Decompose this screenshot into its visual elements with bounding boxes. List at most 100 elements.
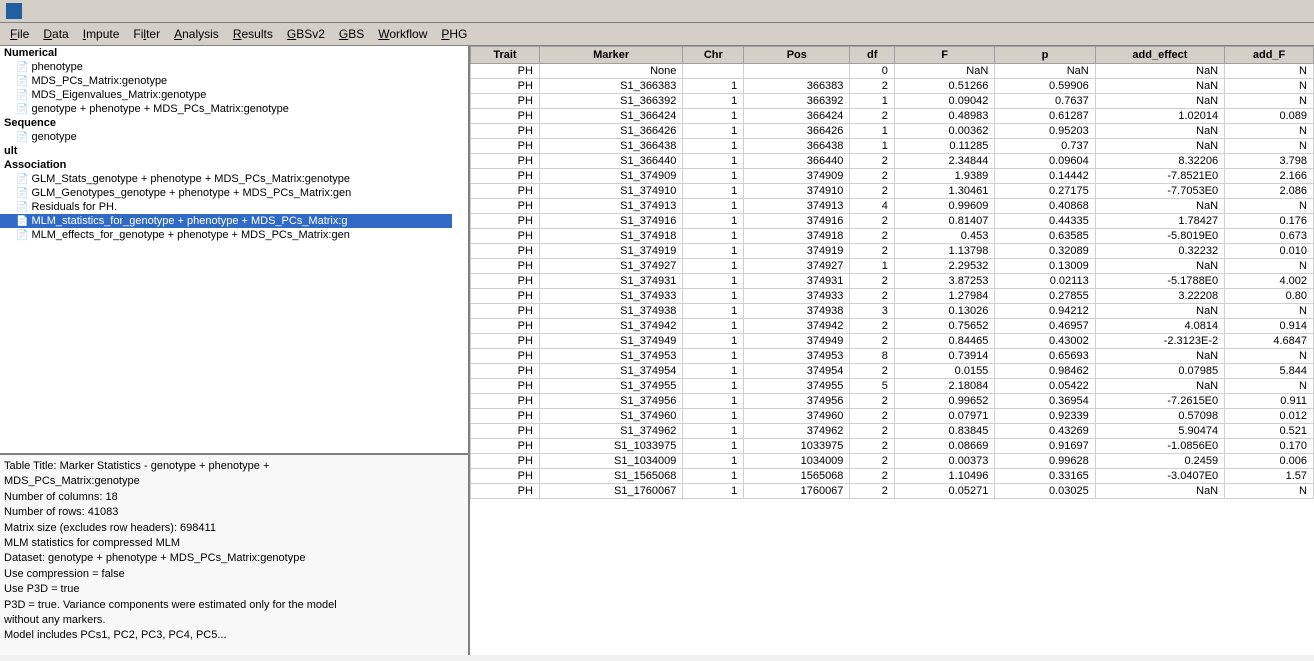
menu-item-phg[interactable]: PHG — [435, 25, 473, 43]
table-cell: 0.02113 — [995, 274, 1095, 289]
table-body: PHNone0NaNNaNNaNNPHS1_366383136638320.51… — [471, 64, 1314, 499]
table-cell: S1_374910 — [539, 184, 682, 199]
table-cell: PH — [471, 439, 540, 454]
menu-item-filter[interactable]: Filter — [127, 25, 166, 43]
table-cell: 1.30461 — [894, 184, 994, 199]
tree-item-label: Numerical — [4, 47, 57, 59]
tree-item[interactable]: 📄Residuals for PH. — [0, 200, 452, 214]
table-cell: 0.99609 — [894, 199, 994, 214]
table-cell: None — [539, 64, 682, 79]
tree-item[interactable]: 📄GLM_Genotypes_genotype + phenotype + MD… — [0, 186, 452, 200]
table-cell: 0.44335 — [995, 214, 1095, 229]
table-cell: 8 — [850, 349, 895, 364]
table-cell: 366383 — [744, 79, 850, 94]
column-header[interactable]: Trait — [471, 47, 540, 64]
tree-item[interactable]: 📄MLM_effects_for_genotype + phenotype + … — [0, 228, 452, 242]
tree-item[interactable]: 📄MDS_PCs_Matrix:genotype — [0, 74, 452, 88]
menu-item-data[interactable]: Data — [37, 25, 74, 43]
menu-item-gbs[interactable]: GBS — [333, 25, 370, 43]
table-cell: 5.844 — [1225, 364, 1314, 379]
tree-item[interactable]: 📄MLM_statistics_for_genotype + phenotype… — [0, 214, 452, 228]
tree-item[interactable]: 📄GLM_Stats_genotype + phenotype + MDS_PC… — [0, 172, 452, 186]
table-cell: 2.086 — [1225, 184, 1314, 199]
table-cell: -5.1788E0 — [1095, 274, 1224, 289]
table-cell: -7.2615E0 — [1095, 394, 1224, 409]
table-cell: PH — [471, 319, 540, 334]
table-cell: S1_374956 — [539, 394, 682, 409]
table-cell: 0.73914 — [894, 349, 994, 364]
table-cell: NaN — [1095, 259, 1224, 274]
table-row: PHS1_366392136639210.090420.7637NaNN — [471, 94, 1314, 109]
table-cell: PH — [471, 424, 540, 439]
table-row: PHS1_374949137494920.844650.43002-2.3123… — [471, 334, 1314, 349]
tree-scroll[interactable]: Numerical📄phenotype📄MDS_PCs_Matrix:genot… — [0, 46, 468, 453]
table-cell: S1_1760067 — [539, 484, 682, 499]
table-cell: 374960 — [744, 409, 850, 424]
table-cell: NaN — [1095, 304, 1224, 319]
table-cell: 2 — [850, 439, 895, 454]
table-row: PHS1_15650681156506821.104960.33165-3.04… — [471, 469, 1314, 484]
table-cell: 366426 — [744, 124, 850, 139]
table-cell: N — [1225, 379, 1314, 394]
table-cell: 2 — [850, 334, 895, 349]
tree-area[interactable]: Numerical📄phenotype📄MDS_PCs_Matrix:genot… — [0, 46, 468, 455]
table-cell: 1 — [683, 229, 744, 244]
table-cell: 1.27984 — [894, 289, 994, 304]
app-icon — [6, 3, 22, 19]
table-cell: 2.18084 — [894, 379, 994, 394]
table-row: PHS1_374960137496020.079710.923390.57098… — [471, 409, 1314, 424]
tree-item[interactable]: 📄phenotype — [0, 60, 452, 74]
column-header[interactable]: add_F — [1225, 47, 1314, 64]
menu-item-workflow[interactable]: Workflow — [372, 25, 433, 43]
column-header[interactable]: df — [850, 47, 895, 64]
table-cell: 1.9389 — [894, 169, 994, 184]
column-header[interactable]: Marker — [539, 47, 682, 64]
table-cell: 374919 — [744, 244, 850, 259]
table-cell: -1.0856E0 — [1095, 439, 1224, 454]
table-cell: 1 — [850, 259, 895, 274]
doc-icon: 📄 — [16, 216, 28, 227]
table-cell: 1.13798 — [894, 244, 994, 259]
table-cell: PH — [471, 289, 540, 304]
menu-item-file[interactable]: File — [4, 25, 35, 43]
menu-item-gbsv2[interactable]: GBSv2 — [281, 25, 331, 43]
tree-item[interactable]: 📄genotype + phenotype + MDS_PCs_Matrix:g… — [0, 102, 452, 116]
table-cell: 374955 — [744, 379, 850, 394]
table-cell: 1033975 — [744, 439, 850, 454]
table-cell: 0.95203 — [995, 124, 1095, 139]
table-cell: N — [1225, 259, 1314, 274]
table-cell: 1 — [683, 454, 744, 469]
tree-item[interactable]: 📄genotype — [0, 130, 452, 144]
column-header[interactable]: add_effect — [1095, 47, 1224, 64]
table-cell: S1_374909 — [539, 169, 682, 184]
table-cell: 0.61287 — [995, 109, 1095, 124]
info-line: Matrix size (excludes row headers): 6984… — [4, 521, 464, 536]
right-panel[interactable]: TraitMarkerChrPosdfFpadd_effectadd_F PH N… — [470, 46, 1314, 655]
table-cell: 0.11285 — [894, 139, 994, 154]
tree-item-label: MDS_PCs_Matrix:genotype — [31, 75, 167, 87]
table-cell: PH — [471, 349, 540, 364]
tree-item[interactable]: 📄MDS_Eigenvalues_Matrix:genotype — [0, 88, 452, 102]
table-cell: 0.32089 — [995, 244, 1095, 259]
table-header: TraitMarkerChrPosdfFpadd_effectadd_F — [471, 47, 1314, 64]
table-cell: -5.8019E0 — [1095, 229, 1224, 244]
table-cell: 3 — [850, 304, 895, 319]
column-header[interactable]: F — [894, 47, 994, 64]
menu-item-impute[interactable]: Impute — [77, 25, 126, 43]
info-line: P3D = true. Variance components were est… — [4, 598, 464, 613]
tree-item-label: GLM_Stats_genotype + phenotype + MDS_PCs… — [31, 173, 350, 185]
menu-item-results[interactable]: Results — [227, 25, 279, 43]
column-header[interactable]: Pos — [744, 47, 850, 64]
tree-item-label: MLM_statistics_for_genotype + phenotype … — [31, 215, 347, 227]
table-cell: 0.75652 — [894, 319, 994, 334]
table-cell: 1 — [683, 184, 744, 199]
table-cell: 2 — [850, 469, 895, 484]
info-line: without any markers. — [4, 613, 464, 628]
table-cell: N — [1225, 94, 1314, 109]
menu-bar: FileDataImputeFilterAnalysisResultsGBSv2… — [0, 23, 1314, 46]
column-header[interactable]: Chr — [683, 47, 744, 64]
info-line: Use P3D = true — [4, 582, 464, 597]
column-header[interactable]: p — [995, 47, 1095, 64]
table-cell: S1_374938 — [539, 304, 682, 319]
menu-item-analysis[interactable]: Analysis — [168, 25, 225, 43]
